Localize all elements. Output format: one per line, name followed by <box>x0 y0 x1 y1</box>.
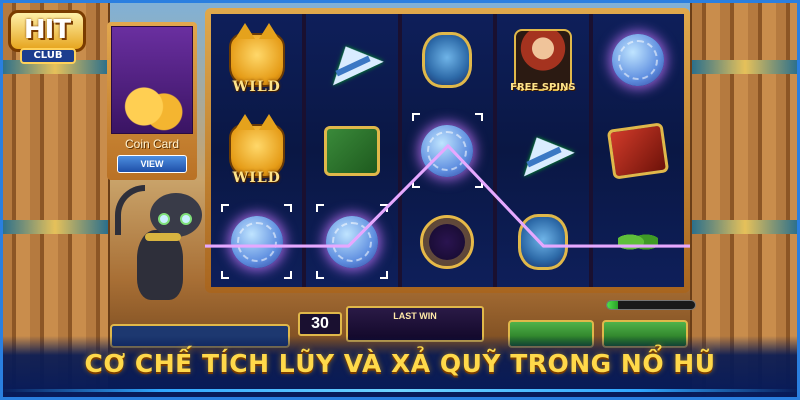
reel-cell: WILD <box>211 105 302 196</box>
cat-wild-icon: WILD <box>226 113 288 186</box>
coin-card-art <box>111 26 193 134</box>
reel-cell <box>306 14 397 105</box>
win-highlight-corner <box>284 204 293 212</box>
reel-cell <box>497 196 588 287</box>
scarab-icon <box>416 29 478 91</box>
paper-plane-icon <box>511 120 575 182</box>
logo-club-text: CLUB <box>20 48 76 64</box>
yarn-ball-shape <box>230 215 283 268</box>
yarn-ball-icon <box>607 29 669 91</box>
symbol-label: WILD <box>232 78 281 95</box>
slot-game-scene: HIT CLUB Coin Card VIEW WILD WILD FREE SPI… <box>0 0 800 400</box>
win-highlight-corner <box>221 271 229 279</box>
yarn-ball-shape <box>612 33 665 86</box>
scarab-icon <box>512 211 574 273</box>
reel-cell <box>306 196 397 287</box>
win-highlight-corner <box>411 113 420 121</box>
paper-plane-shape <box>320 34 384 85</box>
cat-mascot <box>115 185 210 310</box>
reel-cell <box>306 105 397 196</box>
mouse-tile-icon <box>321 120 383 182</box>
reel-2 <box>306 14 398 287</box>
scarab-shape <box>422 31 473 88</box>
orb-shape <box>420 214 475 269</box>
reel-cell <box>211 196 302 287</box>
leaves-icon <box>607 211 669 273</box>
coin-card-title: Coin Card <box>124 137 180 151</box>
win-highlight-corner <box>316 204 325 212</box>
yarn-ball-icon <box>226 211 288 273</box>
leaves-shape <box>618 226 659 257</box>
snake-tile-icon <box>607 120 670 182</box>
win-highlight-corner <box>316 271 325 279</box>
reel-4: FREE SPINS <box>497 14 589 287</box>
orb-icon <box>416 211 478 273</box>
reel-cell: WILD <box>211 14 302 105</box>
paper-plane-icon <box>320 29 384 91</box>
progress-bar <box>606 300 696 310</box>
coin-card-panel: Coin Card VIEW <box>107 22 197 180</box>
reels-grid: WILD WILD FREE SPINS <box>211 14 684 287</box>
yarn-ball-icon <box>321 211 383 273</box>
banner-underline <box>0 389 800 392</box>
reel-cell <box>402 14 493 105</box>
snake-tile-shape <box>607 121 670 180</box>
reel-frame: WILD WILD FREE SPINS <box>205 8 690 293</box>
logo-badge: HIT <box>8 10 86 52</box>
last-win-label: LAST WIN <box>393 311 437 321</box>
cat-tail <box>115 185 145 235</box>
cat-head <box>150 193 202 237</box>
logo-badge-text: HIT <box>23 15 71 45</box>
win-highlight-corner <box>221 204 229 212</box>
reel-3 <box>401 14 494 287</box>
progress-bar-fill <box>607 301 618 309</box>
reel-cell <box>593 105 684 196</box>
paper-plane-shape <box>511 125 575 176</box>
yarn-ball-shape <box>421 124 474 177</box>
reel-cell <box>593 14 684 105</box>
cat-eye-icon <box>158 213 170 225</box>
symbol-label: FREE SPINS <box>510 81 576 93</box>
reel-cell: FREE SPINS <box>497 14 588 105</box>
hit-club-logo: HIT CLUB <box>4 4 92 70</box>
reel-cell <box>402 105 493 196</box>
win-highlight-corner <box>379 204 388 212</box>
woman-free-spins-icon: FREE SPINS <box>510 28 576 93</box>
scarab-shape <box>517 213 568 270</box>
yarn-ball-shape <box>326 215 379 268</box>
reel-5 <box>592 14 684 287</box>
banner-title: CƠ CHẾ TÍCH LŨY VÀ XẢ QUỸ TRONG NỔ HŨ <box>84 349 716 378</box>
title-banner: CƠ CHẾ TÍCH LŨY VÀ XẢ QUỸ TRONG NỔ HŨ <box>0 336 800 400</box>
view-button[interactable]: VIEW <box>117 155 187 173</box>
bet-value[interactable]: 30 <box>298 312 342 336</box>
yarn-ball-icon <box>416 120 478 182</box>
cat-collar <box>145 233 181 241</box>
reel-cell <box>497 105 588 196</box>
win-highlight-corner <box>379 271 388 279</box>
win-highlight-corner <box>284 271 293 279</box>
win-highlight-corner <box>475 113 484 121</box>
mouse-tile-shape <box>324 125 381 176</box>
cat-wild-icon: WILD <box>226 22 288 95</box>
win-highlight-corner <box>411 180 420 188</box>
reel-cell <box>402 196 493 287</box>
win-highlight-corner <box>475 180 484 188</box>
reel-1: WILD WILD <box>211 14 303 287</box>
symbol-label: WILD <box>232 169 281 186</box>
reel-cell <box>593 196 684 287</box>
cat-eye-icon <box>180 213 192 225</box>
